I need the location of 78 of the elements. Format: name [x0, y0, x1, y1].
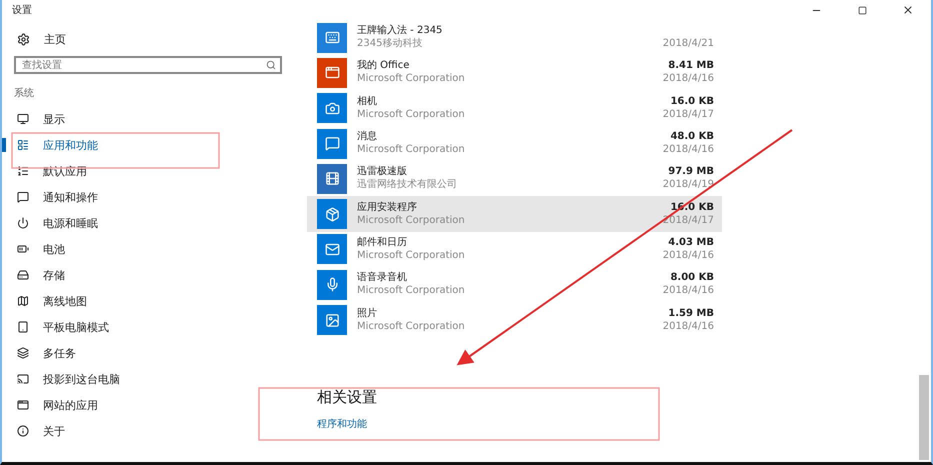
- window-title: 设置: [12, 4, 32, 17]
- app-size: 4.03 MB: [668, 236, 714, 249]
- app-date: 2018/4/16: [662, 72, 714, 86]
- power-icon: [17, 217, 29, 229]
- sidebar-item[interactable]: 应用和功能: [2, 132, 302, 158]
- app-size: 48.0 KB: [670, 131, 714, 144]
- app-name: 消息: [357, 131, 377, 144]
- app-publisher: Microsoft Corporation: [357, 284, 465, 298]
- app-list-item[interactable]: 语音录音机 Microsoft Corporation 8.00 KB 2018/4/16: [307, 267, 722, 302]
- sidebar-item[interactable]: 离线地图: [2, 288, 302, 314]
- sidebar-item[interactable]: 关于: [2, 418, 302, 444]
- list-icon: [17, 165, 29, 177]
- app-list-item[interactable]: 邮件和日历 Microsoft Corporation 4.03 MB 2018/4/16: [307, 232, 722, 268]
- app-size: 16.0 KB: [670, 96, 714, 108]
- app-name: 我的 Office: [357, 60, 410, 72]
- app-date: 2018/4/21: [662, 37, 714, 50]
- app-list-item[interactable]: 王牌输入法 - 2345 2345移动科技 2018/4/21: [307, 20, 722, 56]
- list-icon: [17, 139, 29, 151]
- search-field[interactable]: 查找设置: [14, 56, 282, 74]
- sidebar-item[interactable]: 电池: [2, 236, 302, 262]
- app-name: 王牌输入法 - 2345: [357, 25, 442, 38]
- tablet-icon: [17, 321, 29, 333]
- sidebar-item[interactable]: 存储: [2, 262, 302, 288]
- sidebar-item[interactable]: 网站的应用: [2, 392, 302, 418]
- app-date: 2018/4/16: [662, 284, 714, 298]
- sidebar-item[interactable]: 多任务: [2, 340, 302, 366]
- window-icon: [17, 399, 29, 411]
- app-name: 邮件和日历: [357, 236, 407, 249]
- app-publisher: Microsoft Corporation: [357, 214, 465, 227]
- app-date: 2018/4/19: [662, 178, 714, 192]
- app-publisher: Microsoft Corporation: [357, 108, 465, 121]
- app-size: 8.41 MB: [668, 60, 714, 72]
- app-list-item[interactable]: 我的 Office Microsoft Corporation 8.41 MB 2018/4/16: [307, 55, 722, 91]
- drive-icon: [17, 269, 29, 281]
- app-size: 97.9 MB: [668, 166, 714, 178]
- app-date: 2018/4/17: [662, 108, 714, 121]
- app-list-item[interactable]: 相机 Microsoft Corporation 16.0 KB 2018/4/17: [307, 90, 722, 126]
- app-date: 2018/4/17: [662, 214, 714, 227]
- app-size: 8.00 KB: [670, 272, 714, 284]
- sidebar-item[interactable]: 平板电脑模式: [2, 314, 302, 340]
- app-publisher: Microsoft Corporation: [357, 143, 465, 156]
- app-name: 迅雷极速版: [357, 166, 407, 178]
- app-date: 2018/4/16: [662, 248, 714, 262]
- info-icon: [17, 425, 29, 437]
- layers-icon: [17, 347, 29, 359]
- related-settings-heading: 相关设置: [317, 388, 378, 407]
- app-size: 1.59 MB: [668, 308, 714, 320]
- settings-icon: [17, 32, 30, 46]
- app-name: 照片: [357, 308, 377, 320]
- app-date: 2018/4/16: [662, 320, 714, 333]
- home-item[interactable]: 主页: [2, 26, 302, 52]
- app-name: 应用安装程序: [357, 202, 417, 214]
- programs-link[interactable]: 程序和功能: [317, 416, 917, 431]
- app-name: 语音录音机: [357, 272, 407, 284]
- app-publisher: Microsoft Corporation: [357, 72, 465, 86]
- app-publisher: Microsoft Corporation: [357, 248, 465, 262]
- section-heading: 系统: [13, 86, 35, 101]
- chat-icon: [17, 191, 29, 203]
- monitor-icon: [17, 113, 29, 125]
- app-list-item[interactable]: 消息 Microsoft Corporation 48.0 KB 2018/4/16: [307, 126, 722, 162]
- app-name: 相机: [357, 96, 377, 108]
- app-list-item[interactable]: 照片 Microsoft Corporation 1.59 MB 2018/4/16: [307, 302, 722, 338]
- sidebar-item[interactable]: 显示: [2, 106, 302, 132]
- sidebar-item[interactable]: 投影到这台电脑: [2, 366, 302, 392]
- cast-icon: [17, 373, 29, 385]
- app-list-item[interactable]: 迅雷极速版 迅雷网络技术有限公司 97.9 MB 2018/4/19: [307, 161, 722, 196]
- app-publisher: 2345移动科技: [357, 37, 422, 50]
- app-publisher: 迅雷网络技术有限公司: [357, 178, 457, 192]
- sidebar-item[interactable]: 电源和睡眠: [2, 210, 302, 236]
- search-icon: [266, 60, 276, 70]
- scrollbar-thumb[interactable]: [919, 375, 929, 460]
- app-date: 2018/4/16: [662, 143, 714, 156]
- close-icon: [902, 4, 914, 16]
- maximize-icon: [858, 6, 866, 14]
- sidebar-item[interactable]: 通知和操作: [2, 184, 302, 210]
- app-publisher: Microsoft Corporation: [357, 320, 465, 333]
- map-icon: [17, 295, 29, 307]
- battery-icon: [17, 243, 29, 255]
